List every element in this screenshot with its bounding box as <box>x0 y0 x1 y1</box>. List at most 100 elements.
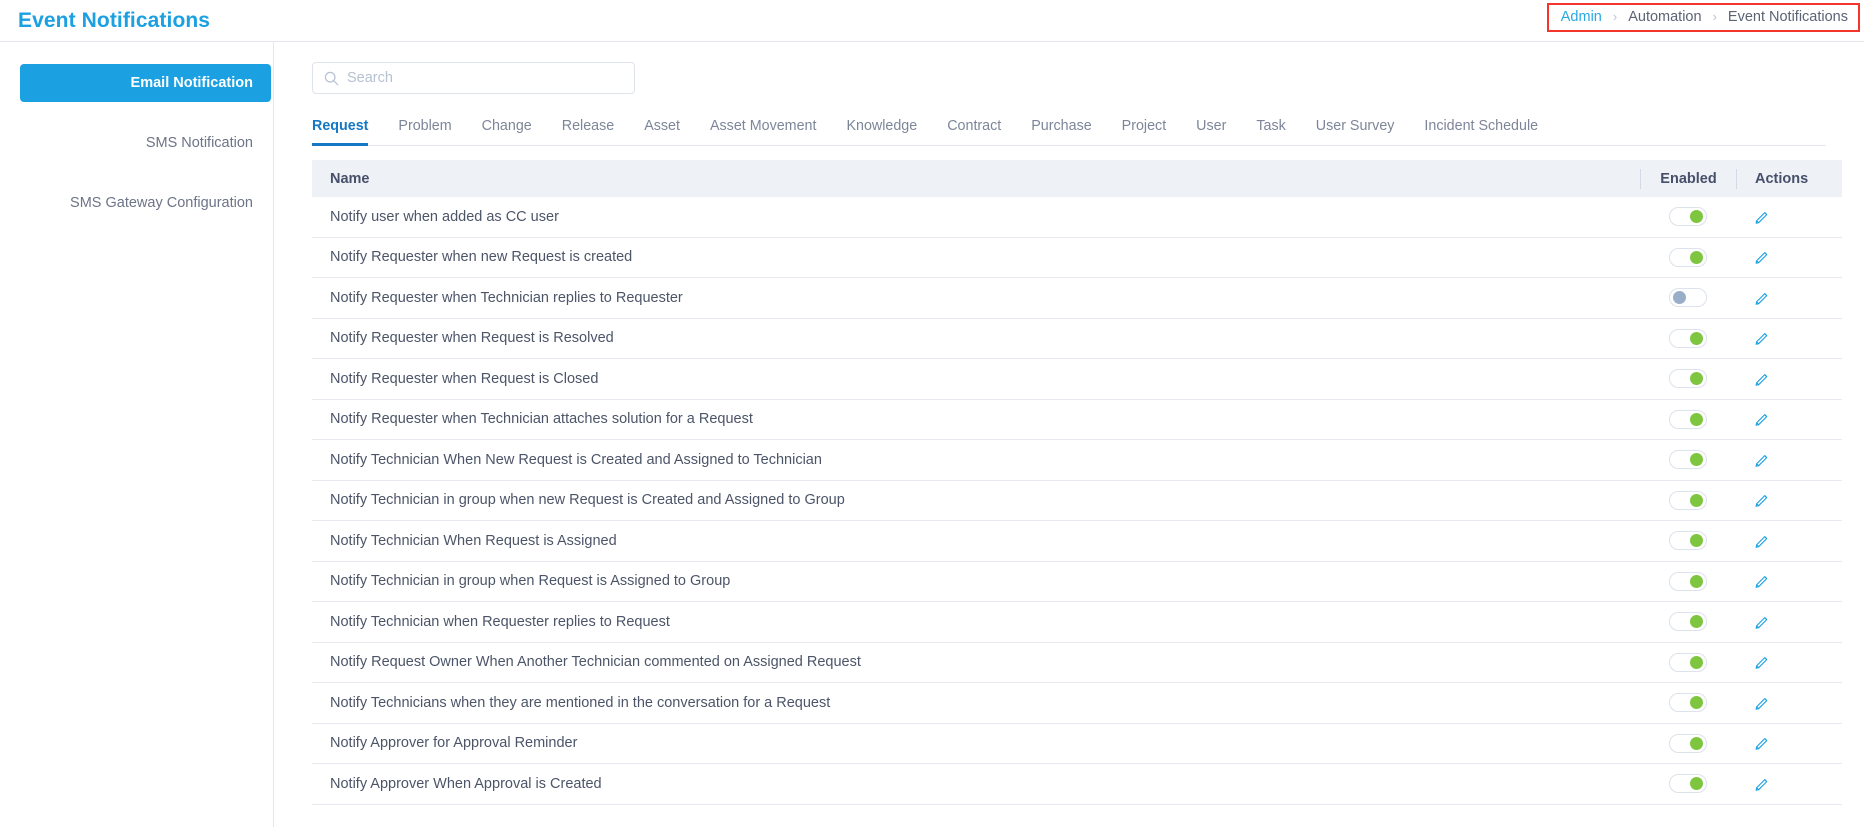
tab-purchase[interactable]: Purchase <box>1031 118 1091 146</box>
enabled-toggle[interactable] <box>1669 531 1707 551</box>
breadcrumb-item-admin[interactable]: Admin <box>1561 9 1602 25</box>
top-header-bar: Event Notifications Admin › Automation › Eve… <box>0 0 1864 42</box>
tab-release[interactable]: Release <box>562 118 614 146</box>
table-header-row: Name Enabled Actions <box>312 160 1842 197</box>
pencil-icon[interactable] <box>1752 409 1772 429</box>
tab-problem[interactable]: Problem <box>398 118 451 146</box>
sidebar: Email Notification SMS Notification SMS Ga… <box>0 42 274 827</box>
table-row: Notify user when added as CC user <box>312 197 1842 238</box>
notification-name: Notify Approver for Approval Reminder <box>330 735 578 752</box>
sidebar-item-sms-notification[interactable]: SMS Notification <box>20 124 271 162</box>
enabled-toggle[interactable] <box>1669 207 1707 227</box>
notification-name: Notify Requester when Request is Closed <box>330 370 599 387</box>
pencil-icon[interactable] <box>1752 612 1772 632</box>
enabled-toggle[interactable] <box>1669 693 1707 713</box>
sidebar-item-label: SMS Notification <box>145 135 253 151</box>
enabled-cell <box>1640 490 1736 510</box>
breadcrumb: Admin › Automation › Event Notifications <box>1546 3 1860 32</box>
table-row: Notify Requester when Technician replies… <box>312 278 1842 319</box>
table-row: Notify Requester when Request is Resolve… <box>312 319 1842 359</box>
notification-name: Notify Requester when Technician attache… <box>330 411 753 428</box>
tab-user-survey[interactable]: User Survey <box>1316 118 1395 146</box>
notification-name: Notify user when added as CC user <box>330 208 559 225</box>
pencil-icon[interactable] <box>1752 531 1772 551</box>
table-row: Notify Technician in group when Request … <box>312 562 1842 602</box>
enabled-toggle[interactable] <box>1669 774 1707 794</box>
table-row: Notify Requester when new Request is cre… <box>312 238 1842 278</box>
enabled-toggle[interactable] <box>1669 369 1707 389</box>
content-area: Request Problem Change Release Asset Asset Mo… <box>274 42 1864 827</box>
sidebar-item-sms-gateway-configuration[interactable]: SMS Gateway Configuration <box>20 184 271 222</box>
actions-cell <box>1736 490 1842 510</box>
enabled-cell <box>1640 409 1736 429</box>
enabled-cell <box>1640 774 1736 794</box>
search-input[interactable] <box>313 63 634 93</box>
tab-request[interactable]: Request <box>312 118 369 146</box>
actions-cell <box>1736 693 1842 713</box>
pencil-icon[interactable] <box>1752 247 1772 267</box>
table-row: Notify Approver for Approval Reminder <box>312 724 1842 764</box>
toggle-knob <box>1690 493 1703 507</box>
table-row: Notify Technician in group when new Requ… <box>312 481 1842 521</box>
enabled-toggle[interactable] <box>1669 328 1707 348</box>
column-header-enabled: Enabled <box>1640 168 1736 189</box>
sidebar-item-email-notification[interactable]: Email Notification <box>20 64 271 102</box>
breadcrumb-separator-icon: › <box>1612 8 1618 24</box>
toggle-knob <box>1673 291 1686 305</box>
tab-asset[interactable]: Asset <box>644 118 680 146</box>
search-box[interactable] <box>312 62 635 94</box>
enabled-toggle[interactable] <box>1669 450 1707 470</box>
notification-name: Notify Technician in group when Request … <box>330 573 731 590</box>
enabled-cell <box>1640 531 1736 551</box>
pencil-icon[interactable] <box>1752 693 1772 713</box>
pencil-icon[interactable] <box>1752 207 1772 227</box>
notification-name: Notify Technician When Request is Assign… <box>330 532 617 549</box>
pencil-icon[interactable] <box>1752 652 1772 672</box>
toggle-knob <box>1690 210 1703 224</box>
notification-name: Notify Requester when new Request is cre… <box>330 249 633 266</box>
pencil-icon[interactable] <box>1752 490 1772 510</box>
table-row: Notify Requester when Request is Closed <box>312 359 1842 400</box>
toggle-knob <box>1690 696 1703 710</box>
notification-name: Notify Approver When Approval is Created <box>330 775 602 792</box>
pencil-icon[interactable] <box>1752 733 1772 753</box>
enabled-toggle[interactable] <box>1669 288 1707 308</box>
enabled-toggle[interactable] <box>1669 247 1707 267</box>
tab-incident-schedule[interactable]: Incident Schedule <box>1424 118 1538 146</box>
actions-cell <box>1736 288 1842 308</box>
page-title: Event Notifications <box>18 8 211 32</box>
pencil-icon[interactable] <box>1752 450 1772 470</box>
enabled-toggle[interactable] <box>1669 652 1707 672</box>
pencil-icon[interactable] <box>1752 571 1772 591</box>
tab-project[interactable]: Project <box>1122 118 1167 146</box>
tab-contract[interactable]: Contract <box>947 118 1001 146</box>
tab-change[interactable]: Change <box>482 118 532 146</box>
enabled-toggle[interactable] <box>1669 490 1707 510</box>
module-tabs: Request Problem Change Release Asset Asset Mo… <box>312 112 1826 146</box>
enabled-toggle[interactable] <box>1669 571 1707 591</box>
toggle-knob <box>1690 250 1703 264</box>
enabled-cell <box>1640 652 1736 672</box>
enabled-cell <box>1640 571 1736 591</box>
tab-task[interactable]: Task <box>1256 118 1285 146</box>
tab-asset-movement[interactable]: Asset Movement <box>710 118 816 146</box>
pencil-icon[interactable] <box>1752 328 1772 348</box>
actions-cell <box>1736 450 1842 470</box>
toggle-knob <box>1690 655 1703 669</box>
toggle-knob <box>1690 534 1703 548</box>
pencil-icon[interactable] <box>1752 369 1772 389</box>
tab-knowledge[interactable]: Knowledge <box>846 118 917 146</box>
toggle-knob <box>1690 412 1703 426</box>
tab-user[interactable]: User <box>1196 118 1226 146</box>
actions-cell <box>1736 207 1842 227</box>
enabled-cell <box>1640 450 1736 470</box>
enabled-cell <box>1640 247 1736 267</box>
pencil-icon[interactable] <box>1752 288 1772 308</box>
notification-name: Notify Technicians when they are mention… <box>330 694 831 711</box>
enabled-toggle[interactable] <box>1669 733 1707 753</box>
enabled-toggle[interactable] <box>1669 409 1707 429</box>
notifications-table: Name Enabled Actions Notify user when ad… <box>312 160 1842 805</box>
enabled-cell <box>1640 693 1736 713</box>
pencil-icon[interactable] <box>1752 774 1772 794</box>
enabled-toggle[interactable] <box>1669 612 1707 632</box>
